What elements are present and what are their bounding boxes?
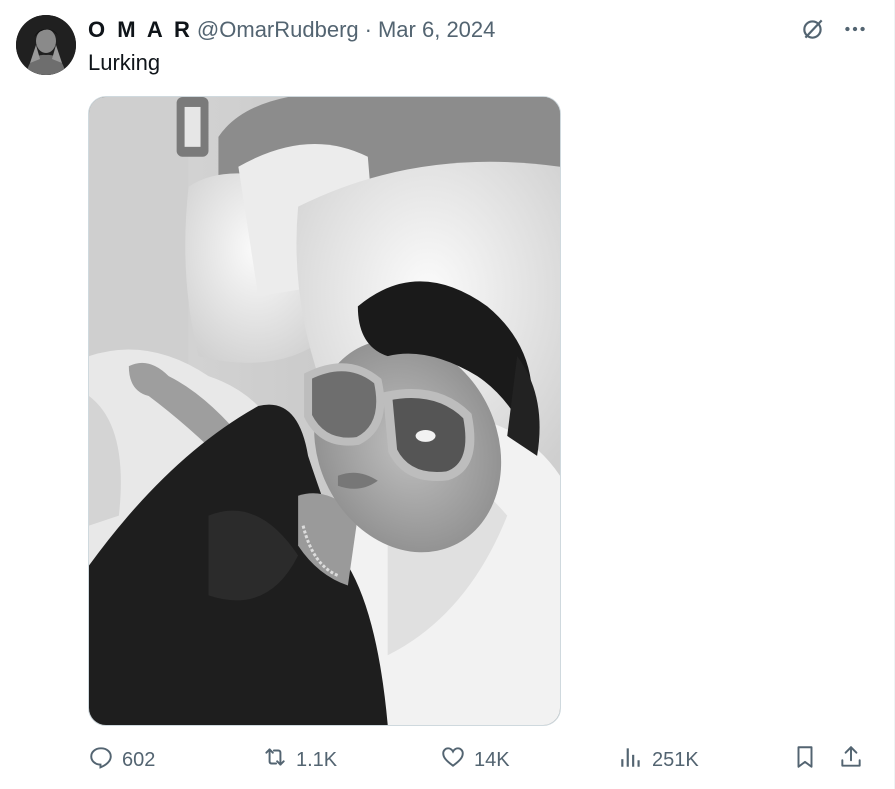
retweet-button[interactable]: 1.1K	[262, 742, 337, 778]
tweet-top-actions	[799, 14, 869, 44]
like-button[interactable]: 14K	[440, 742, 510, 778]
like-count: 14K	[474, 748, 510, 771]
tweet-action-bar: 602 1.1K 14K 251K	[88, 742, 868, 778]
separator-dot: ·	[364, 17, 372, 42]
grok-icon[interactable]	[799, 14, 827, 44]
views-count: 251K	[652, 748, 699, 771]
tweet-photo[interactable]	[88, 96, 561, 726]
tweet-text: Lurking	[88, 50, 161, 75]
views-button[interactable]: 251K	[618, 742, 699, 778]
bookmark-button[interactable]	[792, 742, 818, 778]
reply-icon	[88, 744, 114, 776]
retweet-count: 1.1K	[296, 748, 338, 771]
user-handle[interactable]: @OmarRudberg	[197, 16, 359, 44]
views-icon	[618, 744, 644, 776]
heart-icon	[440, 744, 466, 776]
bookmark-icon	[792, 744, 818, 776]
more-icon[interactable]	[841, 14, 869, 44]
reply-button[interactable]: 602	[88, 742, 155, 778]
reply-count: 602	[122, 748, 156, 771]
display-name[interactable]: O M A R	[88, 16, 193, 44]
tweet-header: O M A R @OmarRudberg · Mar 6, 2024	[88, 16, 495, 44]
share-button[interactable]	[838, 742, 864, 778]
tweet-date[interactable]: Mar 6, 2024	[378, 16, 495, 44]
retweet-icon	[262, 744, 288, 776]
share-icon	[838, 744, 864, 776]
avatar[interactable]	[16, 15, 76, 75]
